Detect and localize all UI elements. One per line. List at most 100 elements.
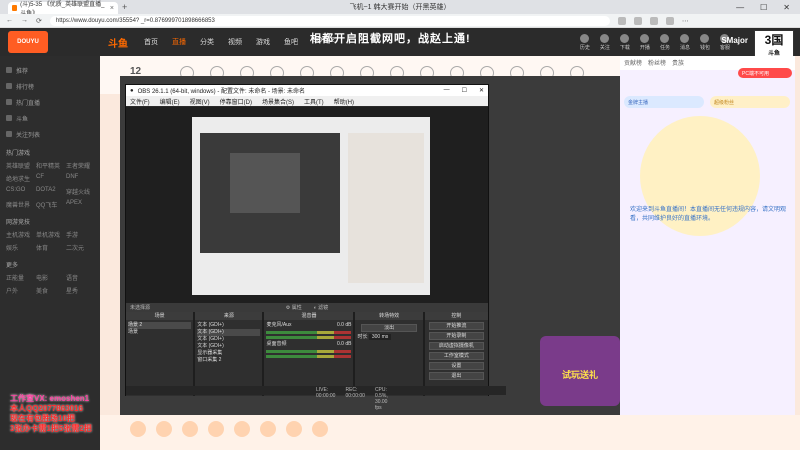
history-button[interactable]: 历史	[580, 33, 590, 51]
source-item[interactable]: 文本 (GDI+)	[197, 322, 260, 329]
minimize-icon[interactable]: —	[736, 3, 744, 12]
source-item[interactable]: 显示器采集	[197, 350, 260, 357]
brand-text[interactable]: 斗鱼	[108, 35, 138, 50]
wallet-button[interactable]: 钱包	[700, 33, 710, 51]
back-icon[interactable]: ←	[6, 17, 13, 24]
properties-button[interactable]: ⚙ 属性	[286, 304, 302, 311]
category-link[interactable]: 手游	[66, 230, 94, 239]
menu-icon[interactable]: ⋯	[682, 17, 689, 25]
menu-scene-collection[interactable]: 场景集合(S)	[262, 97, 294, 106]
filters-button[interactable]: ◐ 滤镜	[314, 304, 328, 311]
category-link[interactable]: 和平精英	[36, 161, 64, 170]
category-link[interactable]: APEX	[66, 200, 94, 209]
browser-tab[interactable]: (斗)5-35 《优质_英雄联盟直播_斗鱼》 ×	[8, 2, 118, 17]
extension-icon[interactable]	[617, 16, 626, 25]
category-link[interactable]: 英雄联盟	[6, 161, 34, 170]
gift-icon[interactable]	[286, 421, 302, 437]
category-link[interactable]: QQ飞车	[36, 200, 64, 209]
minimize-icon[interactable]: —	[444, 87, 450, 94]
anchor-tag[interactable]: 金牌主播	[624, 96, 704, 108]
category-link[interactable]: 体育	[36, 243, 64, 252]
gift-icon[interactable]	[182, 421, 198, 437]
tab-nobles[interactable]: 贵族	[672, 58, 684, 68]
nav-item[interactable]: 直播	[172, 37, 186, 47]
source-item[interactable]: 窗口采集 2	[197, 357, 260, 364]
category-link[interactable]: CF	[36, 174, 64, 183]
sidebar-item[interactable]: 热门直播	[6, 94, 94, 110]
sidebar-item[interactable]: 斗鱼	[6, 110, 94, 126]
fan-tag[interactable]: 超级粉丝	[710, 96, 790, 108]
download-button[interactable]: 下载	[620, 33, 630, 51]
tab-fans[interactable]: 粉丝榜	[648, 58, 666, 68]
menu-view[interactable]: 视图(V)	[190, 97, 210, 106]
gift-icon[interactable]	[208, 421, 224, 437]
nav-item[interactable]: 首页	[144, 37, 158, 47]
scene-item[interactable]: 场景 2	[128, 322, 192, 329]
maximize-icon[interactable]: ☐	[760, 3, 767, 12]
duration-value[interactable]: 300 ms	[368, 334, 392, 340]
menu-file[interactable]: 文件(F)	[130, 97, 150, 106]
sidebar-item[interactable]: 关注列表	[6, 126, 94, 142]
category-link[interactable]: 穿越火线	[66, 187, 94, 196]
sidebar-item[interactable]: 排行榜	[6, 78, 94, 94]
nav-item[interactable]: 游戏	[256, 37, 270, 47]
promo-banner[interactable]: 试玩送礼	[540, 336, 620, 406]
gift-button[interactable]: PC端不可用	[738, 68, 792, 78]
scene-item[interactable]: 场景	[128, 329, 191, 336]
category-link[interactable]: 二次元	[66, 243, 94, 252]
profile-icon[interactable]	[665, 16, 674, 25]
source-item[interactable]: 文本 (GDI+)	[197, 336, 260, 343]
gift-icon[interactable]	[156, 421, 172, 437]
exit-button[interactable]: 退出	[428, 372, 484, 380]
gift-icon[interactable]	[234, 421, 250, 437]
category-link[interactable]: 王者荣耀	[66, 161, 94, 170]
category-link[interactable]: 星秀	[66, 286, 94, 295]
tasks-button[interactable]: 任务	[660, 33, 670, 51]
go-live-button[interactable]: 开播	[640, 33, 650, 51]
maximize-icon[interactable]: ☐	[462, 87, 467, 94]
obs-preview[interactable]	[126, 107, 488, 303]
category-link[interactable]: CS:GO	[6, 187, 34, 196]
category-link[interactable]: 电影	[36, 273, 64, 282]
sidebar-item[interactable]: 推荐	[6, 62, 94, 78]
source-item[interactable]: 文本 (GDI+)	[197, 329, 261, 336]
menu-docks[interactable]: 停靠窗口(D)	[220, 97, 252, 106]
reload-icon[interactable]: ⟳	[36, 17, 42, 25]
new-tab-button[interactable]: +	[122, 2, 127, 12]
category-link[interactable]: 户外	[6, 286, 34, 295]
nav-item[interactable]: 视频	[228, 37, 242, 47]
category-link[interactable]: 美食	[36, 286, 64, 295]
gift-icon[interactable]	[312, 421, 328, 437]
category-link[interactable]: 绝地求生	[6, 174, 34, 183]
source-item[interactable]: 文本 (GDI+)	[197, 343, 260, 350]
tab-contribution[interactable]: 贡献榜	[624, 58, 642, 68]
category-link[interactable]: 单机游戏	[36, 230, 64, 239]
forward-icon[interactable]: →	[21, 17, 28, 24]
collections-icon[interactable]	[649, 16, 658, 25]
gift-icon[interactable]	[130, 421, 146, 437]
studio-mode-button[interactable]: 工作室模式	[428, 352, 484, 360]
settings-button[interactable]: 设置	[428, 362, 484, 370]
favorites-icon[interactable]	[633, 16, 642, 25]
category-link[interactable]: 娱乐	[6, 243, 34, 252]
menu-tools[interactable]: 工具(T)	[304, 97, 324, 106]
category-link[interactable]: 正能量	[6, 273, 34, 282]
close-window-icon[interactable]: ✕	[783, 3, 790, 12]
gift-icon[interactable]	[260, 421, 276, 437]
messages-button[interactable]: 消息	[680, 33, 690, 51]
close-icon[interactable]: ✕	[479, 87, 484, 94]
menu-edit[interactable]: 编辑(E)	[160, 97, 180, 106]
category-link[interactable]: DOTA2	[36, 187, 64, 196]
nav-item[interactable]: 分类	[200, 37, 214, 47]
follow-button[interactable]: 关注	[600, 33, 610, 51]
douyu-logo[interactable]: DOUYU	[8, 31, 48, 53]
start-recording-button[interactable]: 开始录制	[428, 332, 484, 340]
close-tab-icon[interactable]: ×	[110, 5, 114, 12]
menu-help[interactable]: 帮助(H)	[334, 97, 354, 106]
category-link[interactable]: 语音	[66, 273, 94, 282]
start-streaming-button[interactable]: 开始推流	[428, 322, 484, 330]
category-link[interactable]: 主机游戏	[6, 230, 34, 239]
category-link[interactable]: 魔兽世界	[6, 200, 34, 209]
transition-select[interactable]: 淡出	[361, 324, 417, 332]
url-field[interactable]: https://www.douyu.com/35554? _r=0.876999…	[49, 15, 610, 26]
